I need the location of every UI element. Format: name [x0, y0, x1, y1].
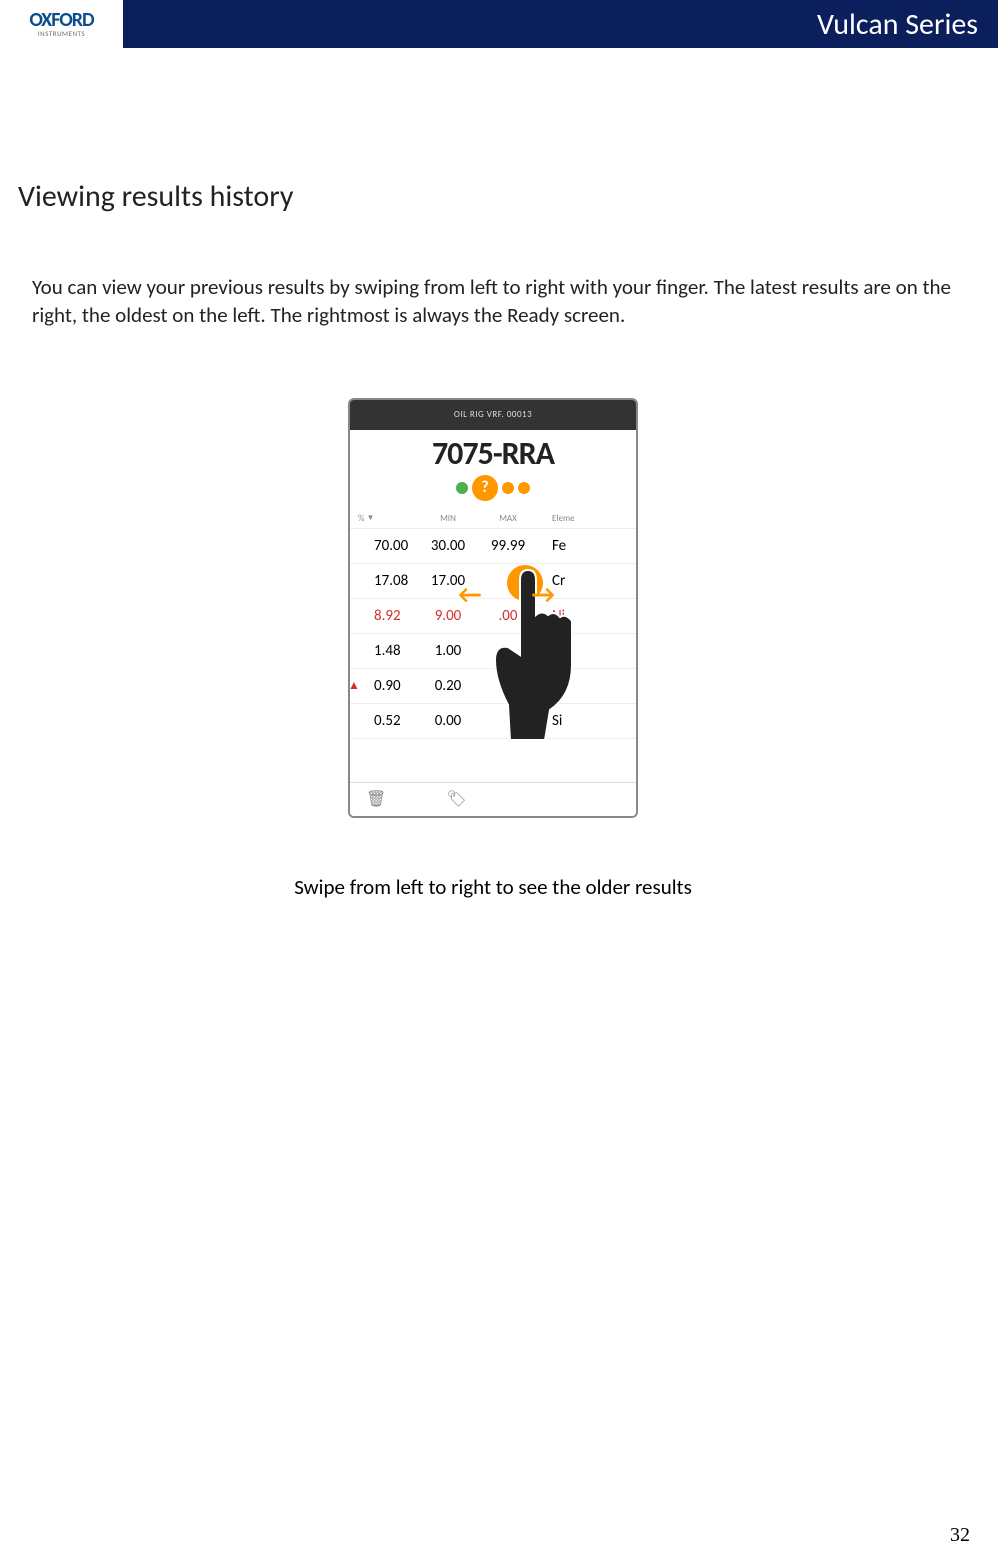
swipe-arrows: ← → — [458, 578, 555, 610]
screenshot-figure: OIL RIG VRF. 00013 7075-RRA 7 ? % ▼ MIN … — [18, 398, 968, 818]
col-percent-label: % — [358, 513, 364, 524]
arrow-right-icon: → — [532, 578, 556, 610]
cell-min: 30.00 — [418, 537, 478, 555]
up-arrow-icon: ▲ — [348, 678, 360, 693]
logo-main-text: OXFORD — [29, 11, 93, 29]
cell-min: 0.20 — [418, 677, 478, 695]
product-name: Vulcan Series — [817, 6, 998, 43]
cell-percent: 1.48 — [358, 642, 418, 660]
col-max: MAX — [478, 513, 538, 524]
arrow-left-icon: ← — [458, 578, 482, 610]
device-status-bar: OIL RIG VRF. 00013 — [350, 400, 636, 430]
device-bottom-bar: 🗑 🏷 — [350, 782, 636, 816]
body-paragraph: You can view your previous results by sw… — [18, 273, 968, 330]
cell-percent: 8.92 — [358, 607, 418, 625]
cell-percent: 0.52 — [358, 712, 418, 730]
status-dot-orange — [518, 482, 530, 494]
column-headers: % ▼ MIN MAX Eleme — [350, 507, 636, 529]
col-element: Eleme — [538, 513, 588, 524]
cell-percent: 70.00 — [358, 537, 418, 555]
page-number: 32 — [950, 1524, 970, 1547]
figure-caption: Swipe from left to right to see the olde… — [18, 874, 968, 900]
page-header: OXFORD INSTRUMENTS Vulcan Series — [0, 0, 998, 48]
oxford-logo: OXFORD INSTRUMENTS — [0, 0, 126, 48]
status-dot-question: ? — [472, 475, 498, 501]
cell-percent: 17.08 — [358, 572, 418, 590]
cell-min: 0.00 — [418, 712, 478, 730]
cell-percent: 0.90 — [358, 677, 418, 695]
status-dots: ? — [350, 475, 636, 501]
page-content: Viewing results history You can view you… — [0, 48, 998, 900]
trash-icon[interactable]: 🗑 — [366, 789, 386, 809]
col-percent: % ▼ — [358, 513, 418, 524]
cell-element: Fe — [538, 537, 588, 555]
table-row: 70.0030.0099.99Fe — [350, 529, 636, 564]
status-dot-orange — [502, 482, 514, 494]
cell-max: 99.99 — [478, 537, 538, 555]
col-min: MIN — [418, 513, 478, 524]
logo-sub-text: INSTRUMENTS — [38, 29, 85, 38]
chevron-down-icon: ▼ — [366, 513, 374, 523]
page-title: Viewing results history — [18, 178, 968, 215]
result-header: 7075-RRA 7 ? — [350, 430, 636, 507]
result-id: 7075-RRA — [350, 434, 636, 473]
tag-icon[interactable]: 🏷 — [446, 789, 466, 809]
status-dot-green — [456, 482, 468, 494]
device-screenshot: OIL RIG VRF. 00013 7075-RRA 7 ? % ▼ MIN … — [348, 398, 638, 818]
cell-min: 1.00 — [418, 642, 478, 660]
